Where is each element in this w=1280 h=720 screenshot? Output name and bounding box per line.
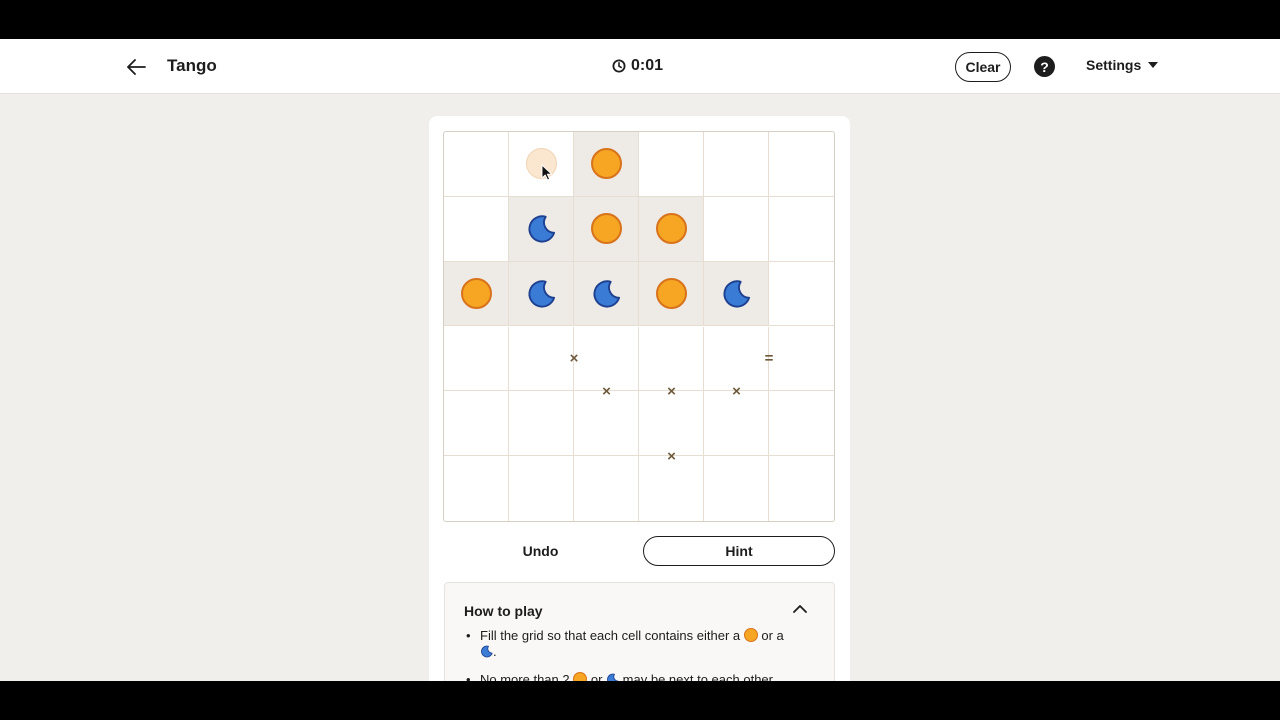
board-cell-r4-c3[interactable]	[574, 326, 639, 392]
board-cell-r4-c6[interactable]	[769, 327, 834, 392]
rule-item: No more than 2 or may be next to each ot…	[466, 672, 811, 681]
board-cell-r5-c4[interactable]	[639, 391, 704, 457]
opposite-constraint: ×	[602, 382, 611, 400]
game-board: × = × × × ×	[443, 131, 835, 522]
board-cell-r6-c5[interactable]	[704, 456, 769, 521]
collapse-toggle[interactable]	[792, 600, 808, 616]
clear-button[interactable]: Clear	[955, 52, 1011, 82]
board-cell-r5-c3[interactable]	[574, 391, 639, 457]
board-cell-r6-c4[interactable]	[639, 456, 704, 521]
board-cell-r2-c3[interactable]	[574, 196, 639, 262]
sun-icon	[573, 672, 588, 681]
game-title: Tango	[167, 56, 217, 75]
top-bar: Tango 0:01 Clear ? Settings	[0, 39, 1280, 94]
opposite-constraint: ×	[569, 350, 579, 368]
board-cell-r3-c4[interactable]	[639, 261, 704, 327]
timer: 0:01	[612, 57, 663, 75]
board-cell-r3-c6[interactable]	[769, 262, 834, 327]
settings-button[interactable]: Settings	[1086, 57, 1159, 73]
board-cell-r6-c1[interactable]	[444, 456, 509, 521]
board-cell-r2-c1[interactable]	[444, 196, 509, 262]
board-cell-r4-c2[interactable]	[509, 326, 574, 392]
board-cell-r1-c1[interactable]	[444, 132, 509, 197]
board-cell-r3-c1[interactable]	[444, 261, 509, 327]
sun-icon	[655, 213, 687, 245]
board-cell-r5-c5[interactable]	[704, 391, 769, 457]
board-cell-r1-c5[interactable]	[704, 132, 769, 197]
page-viewport: Tango 0:01 Clear ? Settings × = × × × × Undo …	[0, 39, 1280, 681]
moon-icon	[528, 215, 556, 243]
how-to-play-panel: How to play Fill the grid so that each c…	[444, 582, 835, 681]
how-to-play-title: How to play	[464, 603, 543, 619]
question-circle-icon[interactable]: ?	[1034, 56, 1055, 77]
sun-icon	[655, 278, 687, 310]
sun-icon	[590, 148, 622, 180]
rules-list: Fill the grid so that each cell contains…	[466, 628, 811, 681]
board-cell-r6-c3[interactable]	[574, 456, 639, 521]
board-cell-r5-c1[interactable]	[444, 391, 509, 457]
undo-button[interactable]: Undo	[444, 536, 637, 566]
board-cell-r6-c2[interactable]	[509, 456, 574, 521]
sun-icon	[590, 213, 622, 245]
sun-icon	[460, 278, 492, 310]
moon-icon	[593, 279, 621, 308]
board-cell-r1-c6[interactable]	[769, 132, 834, 197]
sun-icon	[743, 628, 758, 642]
board-cell-r1-c4[interactable]	[639, 132, 704, 197]
moon-icon	[481, 645, 493, 658]
board-cell-r2-c2[interactable]	[509, 196, 574, 262]
board-cell-r5-c2[interactable]	[509, 391, 574, 457]
back-button[interactable]	[122, 53, 150, 81]
board-cell-r2-c5[interactable]	[704, 196, 769, 262]
board-cell-r3-c3[interactable]	[574, 261, 639, 327]
mouse-cursor-icon	[541, 164, 553, 181]
board-cell-r2-c4[interactable]	[639, 196, 704, 262]
board-cell-r4-c5[interactable]	[704, 326, 769, 392]
opposite-constraint: ×	[667, 447, 676, 465]
moon-icon	[607, 673, 619, 681]
caret-down-icon	[1148, 62, 1159, 68]
board-cell-r1-c3[interactable]	[574, 132, 639, 197]
chevron-up-icon	[793, 604, 807, 613]
timer-value: 0:01	[631, 57, 664, 74]
board-cell-r5-c6[interactable]	[769, 391, 834, 457]
board-cell-r3-c2[interactable]	[509, 261, 574, 327]
board-cell-r4-c1[interactable]	[444, 326, 509, 392]
moon-icon	[723, 279, 751, 308]
board-cell-r6-c6[interactable]	[769, 456, 834, 521]
rule-item: Fill the grid so that each cell contains…	[466, 628, 811, 660]
opposite-constraint: ×	[732, 382, 741, 400]
equal-constraint: =	[764, 350, 774, 368]
board-cell-r4-c4[interactable]	[639, 326, 704, 392]
board-cell-r3-c5[interactable]	[704, 261, 769, 327]
arrow-left-icon	[127, 59, 146, 75]
clock-icon	[612, 59, 626, 73]
opposite-constraint: ×	[667, 382, 676, 400]
hint-button[interactable]: Hint	[643, 536, 835, 566]
moon-icon	[528, 279, 556, 308]
board-cell-r2-c6[interactable]	[769, 197, 834, 262]
settings-label: Settings	[1086, 57, 1142, 73]
